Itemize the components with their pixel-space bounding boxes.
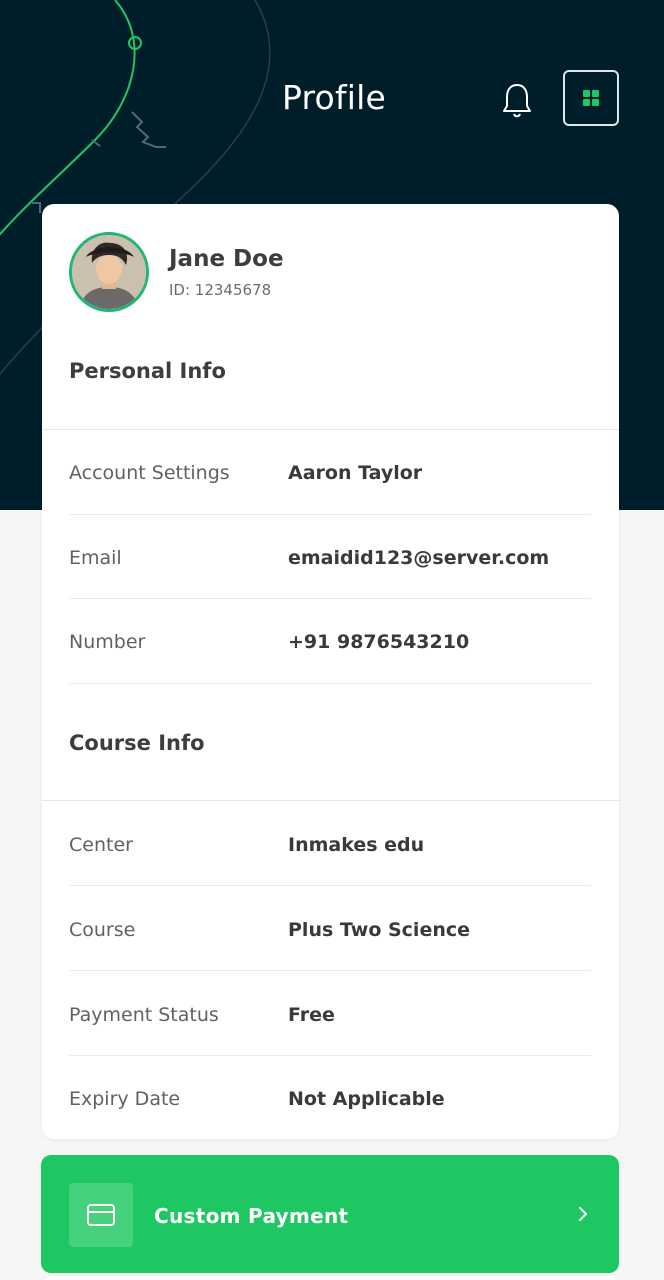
- course-label: Course: [69, 919, 136, 941]
- number-label: Number: [69, 631, 146, 653]
- row-divider: [69, 514, 591, 515]
- profile-card: Jane Doe ID: 12345678 Personal Info Acco…: [42, 204, 619, 1139]
- center-label: Center: [69, 834, 133, 856]
- row-divider: [69, 683, 591, 684]
- expiry-date-value: Not Applicable: [288, 1088, 445, 1110]
- custom-payment-button[interactable]: Custom Payment: [41, 1155, 619, 1273]
- row-divider: [69, 1055, 591, 1056]
- avatar: [69, 232, 149, 312]
- page-title: Profile: [282, 78, 387, 117]
- personal-info-title: Personal Info: [69, 359, 226, 383]
- next-card-peek: [42, 1276, 619, 1280]
- custom-payment-label: Custom Payment: [154, 1204, 349, 1228]
- user-name: Jane Doe: [169, 246, 284, 272]
- row-divider: [69, 970, 591, 971]
- section-divider: [42, 429, 619, 430]
- chevron-right-icon: [577, 1205, 589, 1228]
- course-value: Plus Two Science: [288, 919, 471, 941]
- grid-menu-icon: [583, 90, 599, 106]
- bell-icon[interactable]: [500, 80, 534, 120]
- email-label: Email: [69, 547, 122, 569]
- user-id: ID: 12345678: [169, 281, 272, 299]
- payment-status-value: Free: [288, 1004, 335, 1026]
- course-info-title: Course Info: [69, 731, 205, 755]
- number-value: +91 9876543210: [288, 631, 470, 653]
- menu-button[interactable]: [563, 70, 619, 126]
- account-settings-value[interactable]: Aaron Taylor: [288, 462, 422, 484]
- account-settings-label: Account Settings: [69, 462, 230, 484]
- expiry-date-label: Expiry Date: [69, 1088, 181, 1110]
- row-divider: [69, 885, 591, 886]
- center-value: Inmakes edu: [288, 834, 425, 856]
- credit-card-icon: [69, 1183, 133, 1247]
- payment-status-label: Payment Status: [69, 1004, 219, 1026]
- email-value: emaidid123@server.com: [288, 547, 550, 569]
- section-divider: [42, 800, 619, 801]
- row-divider: [69, 598, 591, 599]
